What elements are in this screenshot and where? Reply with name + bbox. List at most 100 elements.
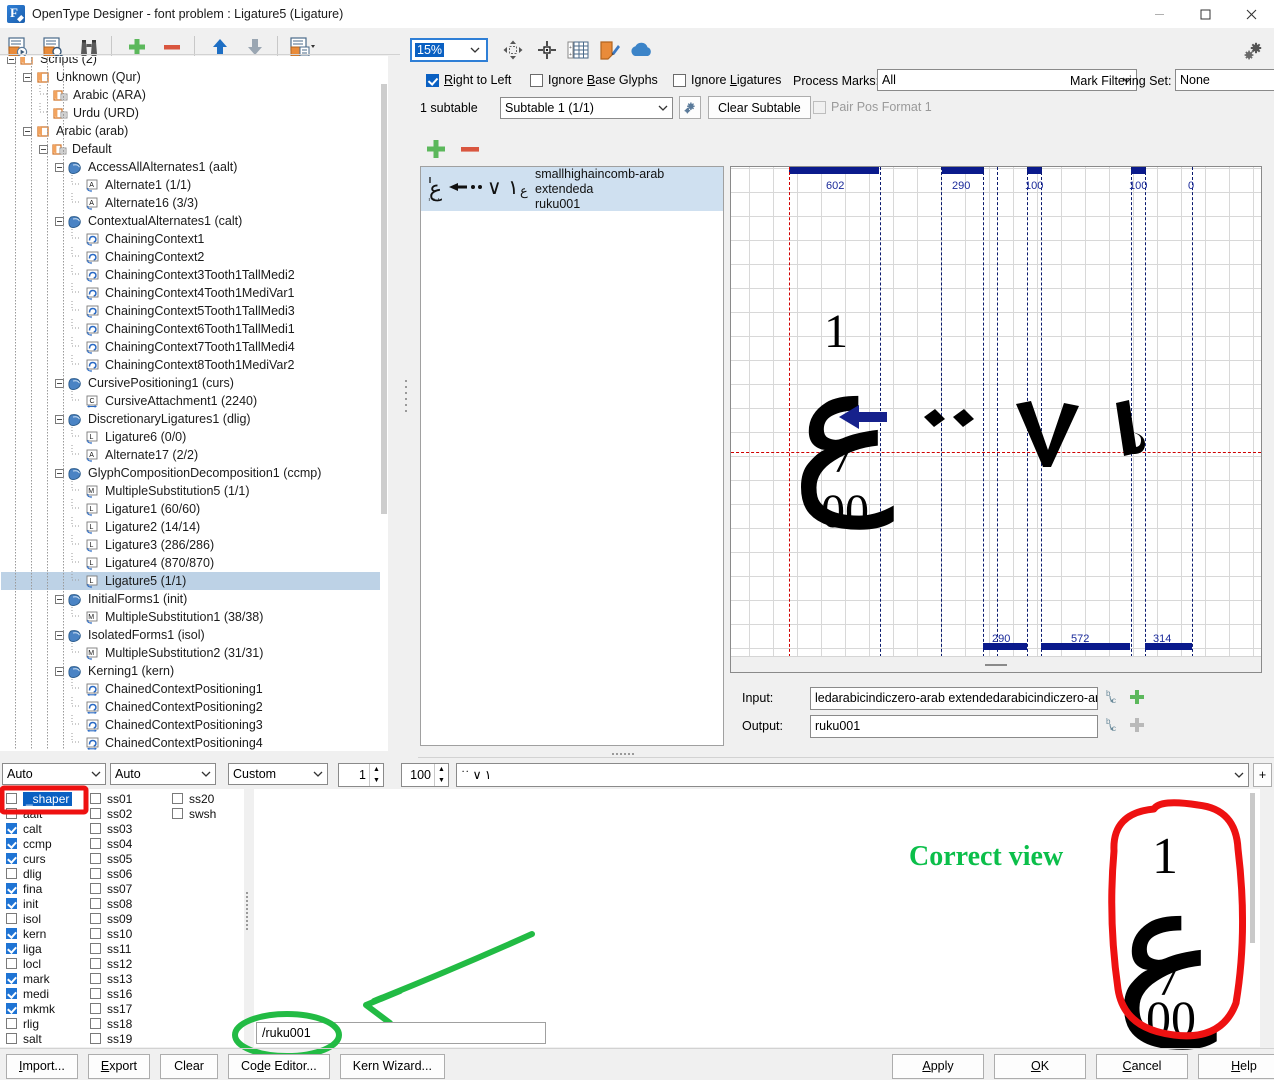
tree-item[interactable]: CursivePositioning1 (curs) <box>1 374 387 392</box>
feature-checkbox-row[interactable]: ss10 <box>90 926 132 941</box>
feature-checkbox-ss06[interactable] <box>90 868 101 879</box>
feature-checkbox-row[interactable]: salt <box>6 1031 72 1046</box>
tree-item[interactable]: ChainingContext1 <box>1 228 387 248</box>
feature-checkbox-row[interactable]: aalt <box>6 806 72 821</box>
feature-checkbox-row[interactable]: ccmp <box>6 836 72 851</box>
feature-checkbox-curs[interactable] <box>6 853 17 864</box>
remove-lookup-icon[interactable] <box>458 137 482 164</box>
feature-checkbox-row[interactable]: isol <box>6 911 72 926</box>
feature-checkbox-fina[interactable] <box>6 883 17 894</box>
feature-checkbox-ss05[interactable] <box>90 853 101 864</box>
tree-item[interactable]: ChainingContext4Tooth1MediVar1 <box>1 282 387 302</box>
right-to-left-checkbox[interactable]: Right to Left <box>426 73 511 87</box>
feature-checkbox-rlig[interactable] <box>6 1018 17 1029</box>
tree-item[interactable]: ChainingContext2 <box>1 246 387 266</box>
input-field[interactable]: ledarabicindiczero-arab extendedarabicin… <box>810 686 1098 710</box>
feature-checkbox-ss09[interactable] <box>90 913 101 924</box>
feature-checkbox-ccmp[interactable] <box>6 838 17 849</box>
preview-line-spinner-buttons[interactable]: ▲ ▼ <box>369 764 383 786</box>
feature-checkbox-row[interactable]: ss17 <box>90 1001 132 1016</box>
feature-checkbox-ss20[interactable] <box>172 793 183 804</box>
tree-item[interactable]: L Ligature4 (870/870) <box>1 552 387 572</box>
kern-wizard-button[interactable]: Kern Wizard... <box>339 1053 445 1079</box>
feature-checkbox-ss08[interactable] <box>90 898 101 909</box>
tree-item[interactable]: DiscretionaryLigatures1 (dlig) <box>1 410 387 428</box>
feature-checkbox-row[interactable]: ss13 <box>90 971 132 986</box>
feature-checkbox-row[interactable]: liga <box>6 941 72 956</box>
clear-subtable-button[interactable]: Clear Subtable <box>708 96 811 119</box>
add-lookup-icon[interactable] <box>424 137 448 164</box>
tree-item[interactable]: Kerning1 (kern) <box>1 662 387 680</box>
feature-checkbox-ss19[interactable] <box>90 1033 101 1044</box>
preview-language-combo[interactable]: Auto <box>110 763 216 785</box>
preview-line-spinner[interactable]: 1 ▲ ▼ <box>338 763 384 787</box>
feature-checkbox-_shaper[interactable] <box>6 793 17 804</box>
glyph-name-field[interactable]: /ruku001 <box>256 1022 546 1044</box>
close-button[interactable] <box>1228 0 1274 28</box>
feature-checkbox-ss11[interactable] <box>90 943 101 954</box>
feature-checkbox-row[interactable]: ss07 <box>90 881 132 896</box>
list-item[interactable]: ع ⸯⸯⸯ ∨ ١ ع smallhighaincomb-arab extend… <box>421 167 723 211</box>
tree-item[interactable]: A Alternate16 (3/3) <box>1 192 387 212</box>
tree-item[interactable]: L Ligature3 (286/286) <box>1 534 387 554</box>
preview-scrollbar[interactable] <box>1246 789 1260 1047</box>
feature-checkbox-ss12[interactable] <box>90 958 101 969</box>
feature-checkbox-row[interactable]: ss04 <box>90 836 132 851</box>
feature-checkbox-row[interactable]: ss12 <box>90 956 132 971</box>
feature-checkbox-row[interactable]: ss05 <box>90 851 132 866</box>
feature-checkbox-row[interactable]: locl <box>6 956 72 971</box>
feature-checkbox-row[interactable]: ss02 <box>90 806 132 821</box>
add-green-icon[interactable] <box>1128 688 1146 709</box>
tree-item[interactable]: IsolatedForms1 (isol) <box>1 626 387 644</box>
feature-checkbox-swsh[interactable] <box>172 808 183 819</box>
tree-scrollbar-thumb[interactable] <box>381 84 387 514</box>
tree-item[interactable]: ContextualAlternates1 (calt) <box>1 212 387 230</box>
edit-glyph-icon[interactable] <box>597 38 623 62</box>
feature-checkbox-panel[interactable]: _shaper aalt calt ccmp curs dlig fina init isol k… <box>0 789 244 1047</box>
tree-item[interactable]: ChainedContextPositioning3 <box>1 714 387 734</box>
feature-checkbox-ss18[interactable] <box>90 1018 101 1029</box>
ligature-list[interactable]: ع ⸯⸯⸯ ∨ ١ ع smallhighaincomb-arab extend… <box>420 166 724 746</box>
tree-item[interactable]: GlyphCompositionDecomposition1 (ccmp) <box>1 464 387 482</box>
preview-canvas[interactable]: Correct view 1 ع 7 00 <box>254 789 1260 1050</box>
feature-checkbox-ss03[interactable] <box>90 823 101 834</box>
tree-item[interactable]: Arabic (ARA) <box>1 84 387 104</box>
feature-checkbox-init[interactable] <box>6 898 17 909</box>
glyph-table-icon[interactable]: + + <box>565 38 591 62</box>
ignore-ligatures-checkbox[interactable]: Ignore Ligatures <box>673 73 781 87</box>
export-button[interactable]: Export <box>87 1053 150 1079</box>
feature-checkbox-ss10[interactable] <box>90 928 101 939</box>
center-origin-icon[interactable] <box>534 38 560 62</box>
tree-item[interactable]: ChainingContext7Tooth1TallMedi4 <box>1 336 387 356</box>
feature-checkbox-ss16[interactable] <box>90 988 101 999</box>
apply-button[interactable]: Apply <box>892 1053 984 1079</box>
glyph-picker-icon[interactable]: bc <box>1106 716 1121 737</box>
mark-filtering-set-combo[interactable]: None <box>1175 69 1274 91</box>
feature-checkbox-kern[interactable] <box>6 928 17 939</box>
feature-checkbox-row[interactable]: ss20 <box>172 791 216 806</box>
feature-checkbox-ss02[interactable] <box>90 808 101 819</box>
ignore-base-glyphs-checkbox[interactable]: Ignore Base Glyphs <box>530 73 658 87</box>
feature-checkbox-row[interactable]: dlig <box>6 866 72 881</box>
feature-checkbox-row[interactable]: swsh <box>172 806 216 821</box>
feature-checkbox-row[interactable]: medi <box>6 986 72 1001</box>
glyph-picker-icon[interactable]: bc <box>1106 688 1121 709</box>
preview-size-spinner[interactable]: 100 ▲ ▼ <box>401 763 449 787</box>
gears-icon[interactable] <box>1240 40 1266 64</box>
tree-item[interactable]: Scripts (2) <box>1 57 387 68</box>
feature-checkbox-aalt[interactable] <box>6 808 17 819</box>
feature-checkbox-ss13[interactable] <box>90 973 101 984</box>
add-preview-text-button[interactable]: + <box>1253 763 1272 787</box>
feature-checkbox-locl[interactable] <box>6 958 17 969</box>
tree-item[interactable]: L Ligature6 (0/0) <box>1 426 387 446</box>
cancel-button[interactable]: Cancel <box>1096 1053 1188 1079</box>
feature-checkbox-row[interactable]: ss18 <box>90 1016 132 1031</box>
tree-item[interactable]: ChainedContextPositioning2 <box>1 696 387 716</box>
tree-item[interactable]: ChainedContextPositioning4 <box>1 732 387 750</box>
feature-checkbox-isol[interactable] <box>6 913 17 924</box>
feature-checkbox-mark[interactable] <box>6 973 17 984</box>
tree-item[interactable]: ChainingContext6Tooth1TallMedi1 <box>1 318 387 338</box>
minimize-button[interactable] <box>1136 0 1182 28</box>
feature-checkbox-ss07[interactable] <box>90 883 101 894</box>
tree-item[interactable]: ChainingContext5Tooth1TallMedi3 <box>1 300 387 320</box>
